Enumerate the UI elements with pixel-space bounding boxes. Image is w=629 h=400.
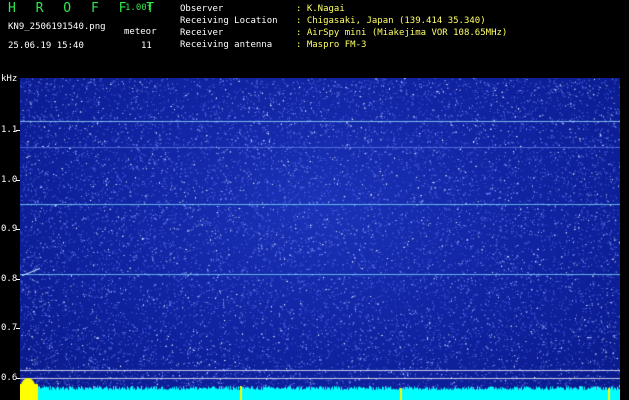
frequency-label: 0.9: [1, 224, 18, 234]
frequency-label: 0.6: [1, 372, 18, 383]
info-row-antenna: Receiving antenna : Maspro FM-3: [180, 40, 367, 50]
waterfall-display[interactable]: [20, 78, 620, 400]
meteor-label: meteor: [124, 27, 157, 37]
header-panel: H R O F F T 1.00f KN9_2506191540.png 25.…: [0, 0, 629, 72]
info-row-observer: Observer : K.Nagai: [180, 4, 345, 14]
frequency-label: 1.0: [1, 174, 18, 185]
frequency-label: 0.8: [1, 273, 18, 284]
app-version: 1.00f: [125, 3, 153, 13]
frequency-unit-label: kHz: [1, 74, 18, 84]
info-row-location: Receiving Location : Chigasaki, Japan (1…: [180, 16, 486, 26]
file-name: KN9_2506191540.png: [8, 22, 106, 32]
info-row-receiver: Receiver : AirSpy mini (Miakejima VOR 10…: [180, 28, 508, 38]
frequency-label: 1.1: [1, 125, 18, 135]
frequency-label: 0.7: [1, 323, 18, 333]
timestamp: 25.06.19 15:40: [8, 41, 84, 51]
waterfall-overlay: [20, 78, 620, 400]
station-info: Observer : K.Nagai Receiving Location : …: [180, 3, 507, 51]
meteor-count: 11: [141, 41, 152, 51]
